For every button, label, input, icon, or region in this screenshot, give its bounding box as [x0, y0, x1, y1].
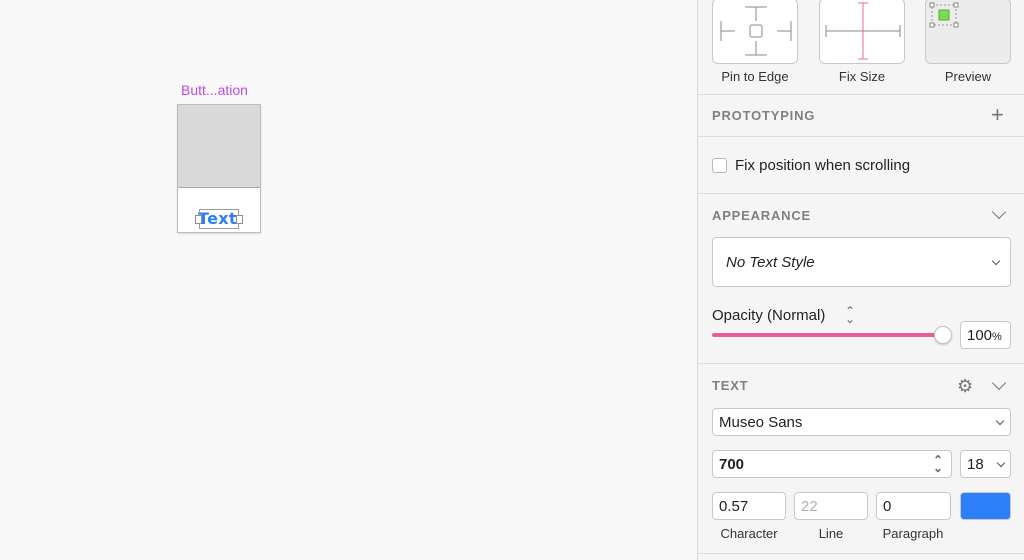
divider [698, 193, 1024, 194]
blend-mode-stepper-icon[interactable]: ⌃ ⌄ [845, 305, 855, 325]
paragraph-label: Paragraph [882, 526, 944, 541]
divider [698, 136, 1024, 137]
text-style-value: No Text Style [726, 254, 815, 271]
font-family-value: Museo Sans [719, 414, 803, 431]
paragraph-spacing-value: 0 [883, 498, 892, 515]
resizing-section: Pin to Edge Fix Size Preview [698, 0, 1024, 95]
appearance-section-title: APPEARANCE [712, 208, 812, 223]
chevron-down-icon[interactable] [991, 375, 1007, 391]
chevron-down-icon[interactable] [991, 204, 1007, 220]
text-section-title: TEXT [712, 378, 749, 393]
pin-to-edge-label: Pin to Edge [721, 69, 789, 84]
opacity-slider-track[interactable] [712, 333, 942, 337]
text-style-dropdown[interactable]: No Text Style [712, 237, 1011, 287]
resize-handle-right[interactable] [236, 215, 243, 224]
fix-size-label: Fix Size [838, 69, 886, 84]
paragraph-spacing-input[interactable]: 0 [876, 492, 951, 520]
pin-to-edge-icon [720, 6, 792, 56]
opacity-unit: % [992, 331, 1002, 343]
chevron-down-icon [991, 256, 1001, 266]
fix-size-icon [825, 2, 901, 60]
font-weight-dropdown[interactable]: 700 ⌃ ⌄ [712, 450, 952, 478]
divider [698, 363, 1024, 364]
font-weight-value: 700 [719, 456, 745, 473]
plus-icon[interactable]: + [991, 104, 1004, 126]
line-label: Line [818, 526, 844, 541]
fix-size-button[interactable] [819, 0, 905, 64]
symbol-name-label[interactable]: Butt...ation [181, 82, 248, 98]
opacity-slider-knob[interactable] [934, 326, 952, 344]
preview-label: Preview [944, 69, 992, 84]
character-spacing-input[interactable]: 0.57 [712, 492, 786, 520]
opacity-label: Opacity (Normal) [712, 307, 826, 324]
symbol-image-area [178, 105, 260, 188]
pin-to-edge-button[interactable] [712, 0, 798, 64]
chevron-down-icon [995, 416, 1005, 426]
character-spacing-value: 0.57 [719, 498, 749, 515]
inspector-panel: Pin to Edge Fix Size Preview PROTOTYPING… [697, 0, 1024, 560]
resize-handle-left[interactable] [195, 215, 202, 224]
resize-preview [925, 0, 1011, 64]
opacity-input[interactable]: 100% [960, 321, 1011, 349]
line-height-input[interactable]: 22 [794, 492, 868, 520]
text-color-swatch[interactable] [960, 492, 1011, 520]
font-family-dropdown[interactable]: Museo Sans [712, 408, 1011, 436]
line-height-placeholder: 22 [801, 498, 818, 515]
preview-icon [929, 2, 959, 28]
chevron-down-icon [996, 458, 1006, 468]
fix-position-checkbox[interactable] [712, 158, 727, 173]
font-size-input[interactable]: 18 [960, 450, 1011, 478]
opacity-value: 100 [967, 327, 993, 344]
gear-icon[interactable]: ⚙ [957, 376, 973, 397]
prototyping-section-title: PROTOTYPING [712, 108, 816, 123]
fix-position-label[interactable]: Fix position when scrolling [735, 157, 910, 174]
canvas[interactable]: Butt...ation Text [0, 0, 697, 560]
selection-box [199, 209, 239, 229]
font-size-value: 18 [967, 456, 984, 473]
character-label: Character [720, 526, 778, 541]
stepper-icon: ⌃ ⌄ [933, 453, 944, 475]
divider [698, 553, 1024, 554]
